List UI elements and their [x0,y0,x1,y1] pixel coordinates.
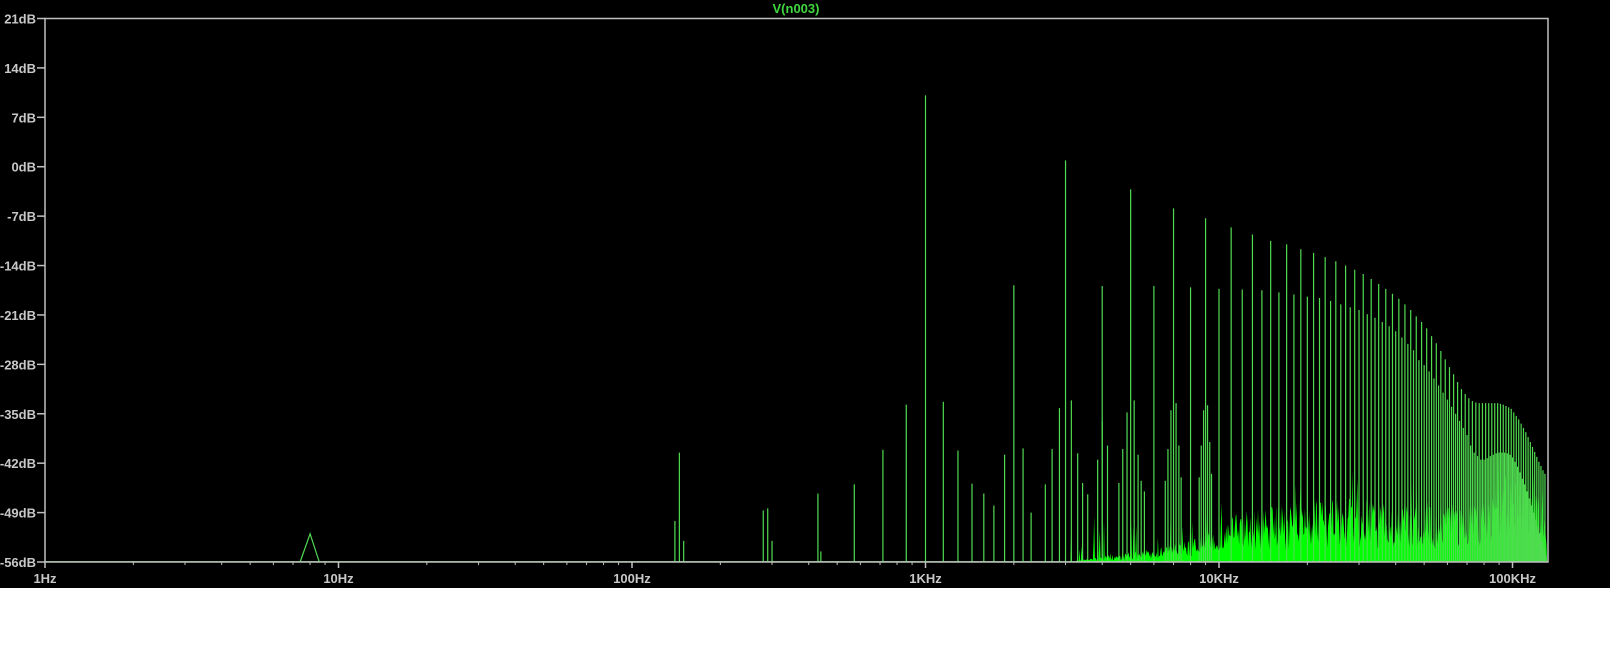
y-tick-label: -21dB [0,308,36,323]
y-tick-label: 7dB [11,110,36,125]
plot-frame [44,17,1549,563]
x-tick-label: 10KHz [1199,571,1239,586]
y-tick-label: -42dB [0,456,36,471]
x-axis: 1Hz 10Hz 100Hz 1KHz 10KHz 100KHz [33,562,1536,586]
fft-plot: V(n003) 21dB 14dB 7dB 0dB -7dB -14dB -21dB -28d… [0,0,1610,588]
x-tick-label: 1KHz [909,571,942,586]
y-tick-label: -56dB [0,555,36,570]
y-tick-label: -49dB [0,506,36,521]
y-axis: 21dB 14dB 7dB 0dB -7dB -14dB -21dB -28dB -35dB -4… [0,12,45,570]
y-tick-label: -35dB [0,407,36,422]
x-tick-label: 100KHz [1489,571,1536,586]
x-tick-label: 1Hz [33,571,57,586]
trace-title[interactable]: V(n003) [773,1,820,16]
y-tick-label: 0dB [11,160,36,175]
x-tick-label: 10Hz [323,571,354,586]
trace-layer [45,95,1548,563]
y-tick-label: 14dB [4,61,36,76]
y-tick-label: -14dB [0,259,36,274]
y-tick-label: -28dB [0,357,36,372]
x-tick-label: 100Hz [613,571,651,586]
y-tick-label: -7dB [7,209,36,224]
low-frequency-bump [299,531,320,563]
y-tick-label: 21dB [4,12,36,27]
